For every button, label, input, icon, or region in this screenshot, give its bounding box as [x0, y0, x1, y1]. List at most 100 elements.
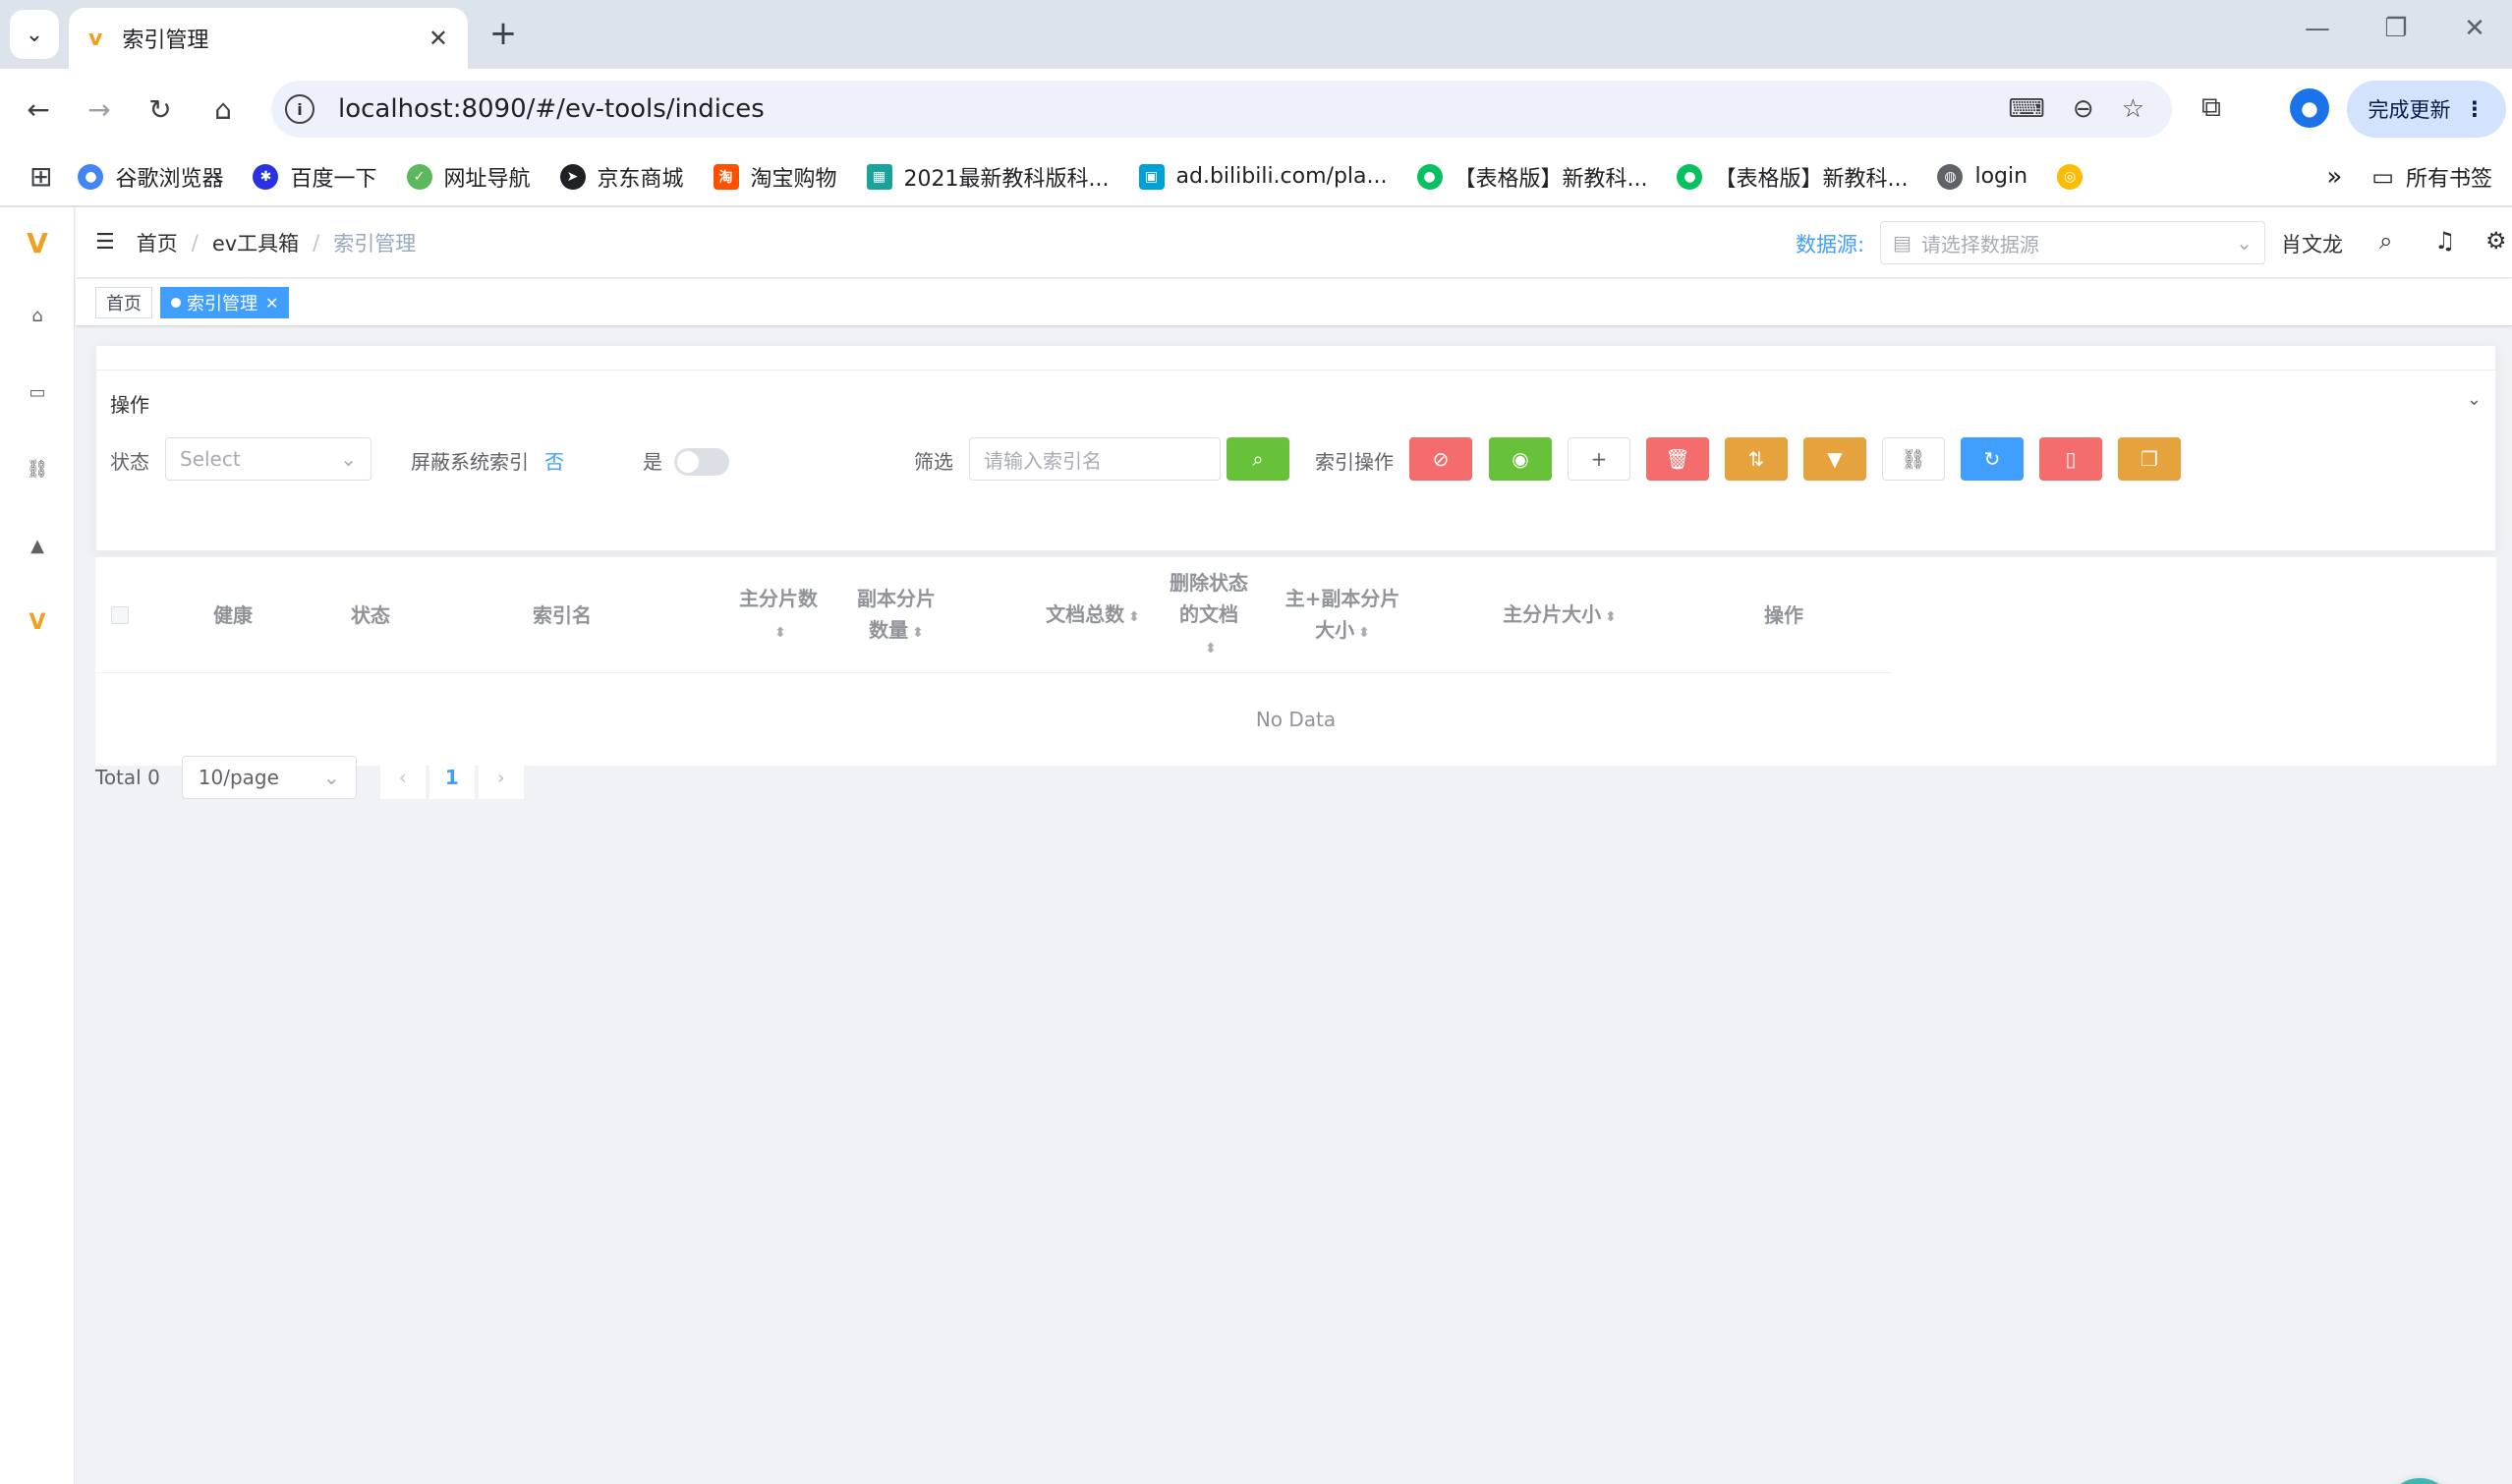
forcemerge-index-button[interactable]: ❐	[2118, 437, 2181, 481]
browser-toolbar: ← → ↻ ⌂ i localhost:8090/#/ev-tools/indi…	[0, 69, 2512, 147]
sidebar-item-monitor[interactable]: ▭	[0, 372, 75, 412]
sort-icon[interactable]: ⬍	[1205, 633, 1217, 664]
top-header: ☰ 首页 / ev工具箱 / 索引管理 数据源: ▤ 请选择数据源 ⌄ 肖文龙 …	[76, 207, 2512, 278]
window-close-icon[interactable]: ✕	[2455, 14, 2494, 43]
url-text[interactable]: localhost:8090/#/ev-tools/indices	[338, 94, 2008, 124]
star-icon[interactable]: ☆	[2122, 94, 2144, 124]
column-header-deleted-docs[interactable]: 删除状态的文档 ⬍	[1155, 557, 1263, 673]
breadcrumb-item[interactable]: 首页	[137, 228, 178, 257]
sort-icon[interactable]: ⬍	[1605, 601, 1617, 633]
add-index-button[interactable]: +	[1568, 437, 1630, 481]
sort-icon[interactable]: ⬍	[1128, 601, 1140, 633]
page-size-select[interactable]: 10/page ⌄	[181, 756, 357, 799]
chevron-down-icon: ⌄	[25, 22, 44, 47]
app-logo[interactable]: V	[0, 223, 75, 262]
bell-icon[interactable]: ♫	[2434, 227, 2456, 255]
alias-index-button[interactable]: ⛓	[1882, 437, 1945, 481]
forward-arrow-icon[interactable]: →	[79, 88, 120, 130]
bookmark-item[interactable]: ◍ login	[1937, 163, 2027, 190]
double-chevron-right-icon[interactable]: »	[2326, 162, 2342, 192]
open-index-button[interactable]: ◉	[1489, 437, 1552, 481]
column-header-total-size[interactable]: 主+副本分片大小 ⬍	[1271, 557, 1414, 673]
bookmark-item[interactable]: ◎	[2057, 163, 2094, 190]
gear-icon[interactable]: ⚙	[2485, 227, 2507, 255]
minimize-icon[interactable]: —	[2298, 14, 2337, 43]
update-button[interactable]: 完成更新 ⋮	[2347, 81, 2506, 138]
search-icon[interactable]: ⌕	[2379, 227, 2392, 255]
bookmark-item[interactable]: ▦ 2021最新教科版科...	[866, 161, 1110, 193]
bookmark-item[interactable]: ✱ 百度一下	[253, 161, 377, 193]
extensions-icon[interactable]: ⧉	[2201, 90, 2221, 124]
new-tab-button[interactable]: +	[484, 14, 523, 53]
bookmarks-overflow: » ▭ 所有书签	[2326, 147, 2492, 206]
close-icon[interactable]: ✕	[265, 294, 278, 313]
index-name-input[interactable]: 请输入索引名	[969, 437, 1221, 481]
select-all-checkbox[interactable]	[111, 606, 129, 624]
sort-index-button[interactable]: ⇅	[1725, 437, 1788, 481]
bookmark-item[interactable]: ➤ 京东商城	[559, 161, 684, 193]
restore-icon[interactable]: ❐	[2376, 14, 2416, 43]
next-page-button[interactable]: ›	[478, 756, 524, 799]
bookmark-item[interactable]: 淘淘宝购物	[713, 161, 837, 193]
site-info-icon[interactable]: i	[285, 94, 314, 124]
sidebar-item-link[interactable]: ⛓	[0, 449, 75, 488]
profile-avatar-icon[interactable]: ●	[2290, 88, 2329, 128]
zoom-icon[interactable]: ⊖	[2073, 94, 2094, 124]
status-select[interactable]: Select ⌄	[165, 437, 371, 481]
column-header-health: 健康	[213, 603, 253, 627]
switch-off-label[interactable]: 否	[544, 446, 564, 475]
page-number[interactable]: 1	[428, 756, 475, 799]
translate-icon[interactable]: ⌨	[2008, 94, 2045, 124]
prev-page-button[interactable]: ‹	[379, 756, 426, 799]
back-arrow-icon[interactable]: ←	[18, 88, 59, 130]
datasource-label: 数据源:	[1796, 233, 1865, 257]
flush-index-button[interactable]: ▼	[1803, 437, 1866, 481]
close-icon[interactable]: ✕	[428, 25, 448, 52]
sort-icon[interactable]: ⬍	[912, 617, 924, 649]
column-header-primary-shards[interactable]: 主分片数 ⬍	[724, 557, 832, 673]
username[interactable]: 肖文龙	[2281, 229, 2343, 258]
hao-checkmark-icon: ✓	[406, 163, 432, 190]
sidebar-item-lock[interactable]: ▲	[0, 526, 75, 565]
baidu-paw-icon: ✱	[253, 163, 279, 190]
bookmark-item[interactable]: ● 【表格版】新教科...	[1677, 161, 1908, 193]
browser-tab-active[interactable]: v 索引管理 ✕	[69, 8, 468, 69]
search-button[interactable]: ⌕	[1227, 437, 1289, 481]
hide-system-index-label: 屏蔽系统索引	[411, 450, 529, 474]
bookmark-item[interactable]: ● 谷歌浏览器	[78, 161, 223, 193]
apps-grid-icon[interactable]: ⊞	[29, 160, 52, 193]
sort-icon[interactable]: ⬍	[774, 617, 786, 649]
ai-assistant-button[interactable]: AI	[2385, 1478, 2454, 1484]
sidebar-item-ev-tools[interactable]: V	[0, 602, 75, 642]
chevron-down-icon[interactable]: ⌄	[2467, 389, 2482, 410]
bookmark-item[interactable]: ✓ 网址导航	[406, 161, 531, 193]
clear-cache-button[interactable]: ▯	[2039, 437, 2102, 481]
hide-system-index-switch[interactable]	[674, 448, 729, 476]
wechat-icon: ●	[1416, 163, 1443, 190]
status-placeholder: Select	[180, 447, 241, 471]
refresh-index-button[interactable]: ↻	[1961, 437, 2024, 481]
browser-tab-strip: ⌄ v 索引管理 ✕ + — ❐ ✕	[0, 0, 2512, 69]
address-bar[interactable]: i localhost:8090/#/ev-tools/indices ⌨ ⊖ …	[271, 81, 2172, 138]
sort-icon[interactable]: ⬍	[1358, 617, 1370, 649]
all-bookmarks-link[interactable]: 所有书签	[2406, 161, 2492, 193]
database-icon: ▤	[1893, 231, 1912, 255]
delete-index-button[interactable]: 🗑	[1646, 437, 1709, 481]
bookmark-item[interactable]: ▣ ad.bilibili.com/pla...	[1138, 163, 1388, 190]
tab-search-button[interactable]: ⌄	[10, 10, 59, 59]
pagination-total: Total 0	[95, 766, 160, 789]
breadcrumb-item[interactable]: ev工具箱	[212, 228, 299, 257]
tag-home[interactable]: 首页	[95, 287, 152, 318]
sidebar-item-home[interactable]: ⌂	[0, 296, 75, 335]
column-header-replica-shards[interactable]: 副本分片数量 ⬍	[842, 557, 950, 673]
close-index-button[interactable]: ⊘	[1409, 437, 1472, 481]
reload-icon[interactable]: ↻	[140, 88, 181, 130]
bookmark-item[interactable]: ● 【表格版】新教科...	[1416, 161, 1647, 193]
home-icon[interactable]: ⌂	[202, 88, 244, 130]
column-header-index-name: 索引名	[533, 603, 592, 627]
hamburger-icon[interactable]: ☰	[95, 230, 115, 255]
tag-index-management[interactable]: 索引管理 ✕	[160, 287, 290, 318]
switch-on-label[interactable]: 是	[643, 446, 662, 475]
datasource-select[interactable]: ▤ 请选择数据源 ⌄	[1880, 221, 2265, 264]
column-header-primary-size[interactable]: 主分片大小 ⬍	[1442, 557, 1678, 673]
